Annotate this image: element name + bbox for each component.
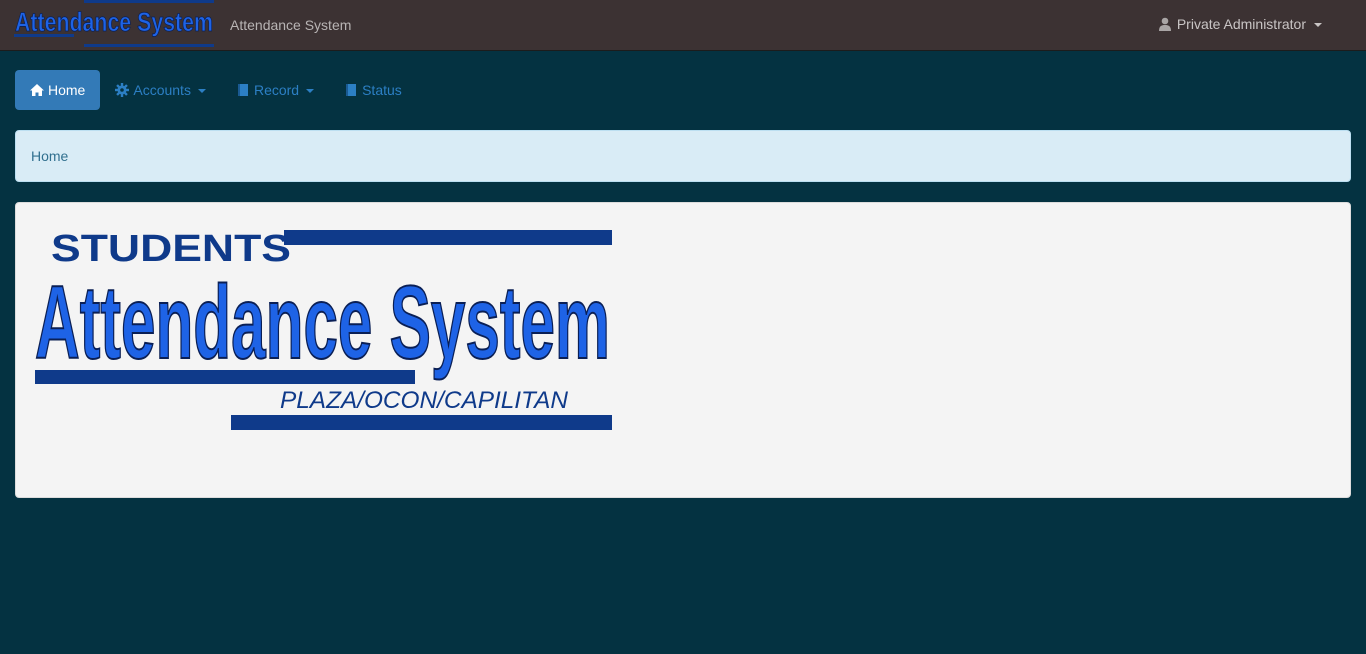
breadcrumb-current: Home <box>31 148 69 164</box>
home-icon <box>30 84 44 96</box>
nav-home[interactable]: Home <box>15 70 101 110</box>
book-icon <box>237 84 248 96</box>
chevron-down-icon <box>197 89 206 93</box>
content-panel: STUDENTS Attendance System PLAZA/OCON/CA… <box>15 202 1351 498</box>
user-icon <box>1158 17 1171 31</box>
user-name: Private Administrator <box>1176 16 1306 32</box>
gear-icon <box>115 83 130 97</box>
chevron-down-icon <box>306 89 315 93</box>
nav-status-label: Status <box>362 82 402 98</box>
main-nav: Home Accounts Record Status <box>15 70 417 110</box>
logo-line-attendance: Attendance System <box>35 265 610 381</box>
breadcrumb: Home <box>15 130 1351 182</box>
brand-logo-text: Attendance System <box>15 7 213 37</box>
nav-status[interactable]: Status <box>329 70 417 110</box>
nav-accounts-label: Accounts <box>133 82 191 98</box>
nav-accounts[interactable]: Accounts <box>100 70 221 110</box>
chevron-down-icon <box>1314 23 1322 27</box>
top-navbar: Attendance System Attendance System Priv… <box>0 0 1366 51</box>
book-icon <box>346 84 357 96</box>
brand-logo[interactable]: Attendance System <box>14 0 216 48</box>
nav-record[interactable]: Record <box>221 70 329 110</box>
nav-record-label: Record <box>253 82 300 98</box>
nav-home-label: Home <box>48 82 86 98</box>
logo-line-students: STUDENTS <box>51 228 291 270</box>
logo-line-names: PLAZA/OCON/CAPILITAN <box>280 387 569 414</box>
brand-title[interactable]: Attendance System <box>230 17 351 33</box>
user-menu[interactable]: Private Administrator <box>1158 16 1322 32</box>
students-attendance-logo: STUDENTS Attendance System PLAZA/OCON/CA… <box>34 228 612 430</box>
